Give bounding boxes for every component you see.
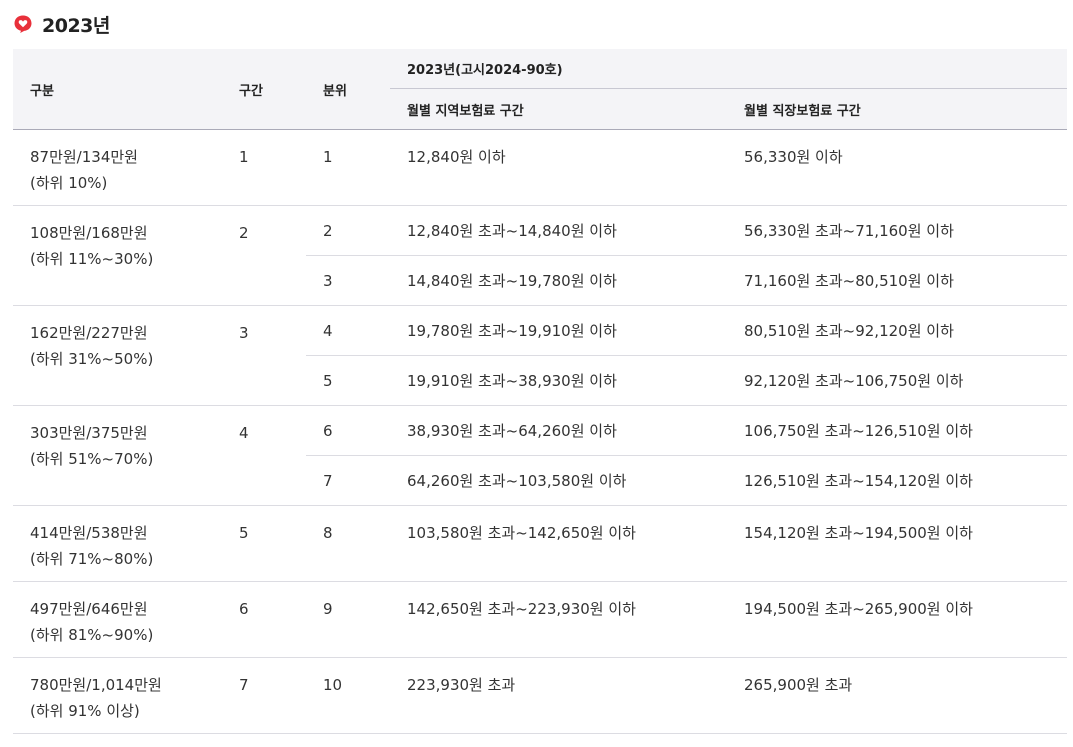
decile-cell: 5 <box>306 355 390 406</box>
category-percentile: (하위 71%~80%) <box>30 550 154 568</box>
table-row: 303만원/375만원 (하위 51%~70%) 4 6 38,930원 초과~64,2… <box>13 405 1068 506</box>
header-decile: 분위 <box>306 49 390 130</box>
category-cell: 414만원/538만원 (하위 71%~80%) <box>13 505 222 582</box>
decile-cell: 3 <box>306 255 390 306</box>
decile-cell: 2 <box>306 205 390 256</box>
header-category: 구분 <box>13 49 222 130</box>
regional-premium-cell: 19,910원 초과~38,930원 이하 <box>390 355 727 406</box>
regional-premium-cell: 12,840원 초과~14,840원 이하 <box>390 205 727 256</box>
category-cell: 497만원/646만원 (하위 81%~90%) <box>13 581 222 658</box>
decile-cell: 7 <box>306 455 390 506</box>
decile-cell: 1 <box>306 129 390 206</box>
table-row: 108만원/168만원 (하위 11%~30%) 2 2 12,840원 초과~14,8… <box>13 205 1068 306</box>
section-heading: 2023년 <box>13 11 110 37</box>
regional-premium-cell: 19,780원 초과~19,910원 이하 <box>390 305 727 356</box>
workplace-premium-cell: 56,330원 이하 <box>727 129 1068 206</box>
regional-premium-cell: 103,580원 초과~142,650원 이하 <box>390 505 727 582</box>
section-cell: 2 <box>222 205 306 306</box>
table-row: 414만원/538만원 (하위 71%~80%) 5 8 103,580원 초과~142… <box>13 505 1068 582</box>
category-income: 162만원/227만원 <box>30 324 148 342</box>
regional-premium-cell: 142,650원 초과~223,930원 이하 <box>390 581 727 658</box>
header-workplace: 월별 직장보험료 구간 <box>727 88 1068 130</box>
decile-cell: 10 <box>306 657 390 734</box>
workplace-premium-cell: 265,900원 초과 <box>727 657 1068 734</box>
section-cell: 6 <box>222 581 306 658</box>
category-income: 414만원/538만원 <box>30 524 148 542</box>
category-percentile: (하위 10%) <box>30 174 108 192</box>
decile-cell: 6 <box>306 405 390 456</box>
category-income: 108만원/168만원 <box>30 224 148 242</box>
category-percentile: (하위 31%~50%) <box>30 350 154 368</box>
section-cell: 4 <box>222 405 306 506</box>
regional-premium-cell: 14,840원 초과~19,780원 이하 <box>390 255 727 306</box>
category-income: 497만원/646만원 <box>30 600 148 618</box>
heart-speech-bubble-icon <box>13 14 33 34</box>
workplace-premium-cell: 154,120원 초과~194,500원 이하 <box>727 505 1068 582</box>
page-title: 2023년 <box>42 14 110 37</box>
regional-premium-cell: 38,930원 초과~64,260원 이하 <box>390 405 727 456</box>
header-regional: 월별 지역보험료 구간 <box>390 88 727 130</box>
workplace-premium-cell: 126,510원 초과~154,120원 이하 <box>727 455 1068 506</box>
workplace-premium-cell: 80,510원 초과~92,120원 이하 <box>727 305 1068 356</box>
category-cell: 780만원/1,014만원 (하위 91% 이상) <box>13 657 222 734</box>
header-section: 구간 <box>222 49 306 130</box>
category-income: 87만원/134만원 <box>30 148 138 166</box>
category-percentile: (하위 81%~90%) <box>30 626 154 644</box>
decile-cell: 9 <box>306 581 390 658</box>
section-cell: 7 <box>222 657 306 734</box>
table-row: 780만원/1,014만원 (하위 91% 이상) 7 10 223,930원 초과 26… <box>13 657 1068 734</box>
section-cell: 1 <box>222 129 306 206</box>
regional-premium-cell: 12,840원 이하 <box>390 129 727 206</box>
workplace-premium-cell: 194,500원 초과~265,900원 이하 <box>727 581 1068 658</box>
category-percentile: (하위 91% 이상) <box>30 702 140 720</box>
insurance-premium-table: 구분 구간 분위 2023년(고시2024-90호) 월별 지역보험료 구간 월… <box>13 49 1068 734</box>
workplace-premium-cell: 56,330원 초과~71,160원 이하 <box>727 205 1068 256</box>
decile-cell: 4 <box>306 305 390 356</box>
category-cell: 108만원/168만원 (하위 11%~30%) <box>13 205 222 306</box>
workplace-premium-cell: 106,750원 초과~126,510원 이하 <box>727 405 1068 456</box>
table-row: 87만원/134만원 (하위 10%) 1 1 12,840원 이하 56,330원 이하 <box>13 129 1068 206</box>
workplace-premium-cell: 92,120원 초과~106,750원 이하 <box>727 355 1068 406</box>
workplace-premium-cell: 71,160원 초과~80,510원 이하 <box>727 255 1068 306</box>
header-group: 2023년(고시2024-90호) <box>390 49 1068 89</box>
category-cell: 162만원/227만원 (하위 31%~50%) <box>13 305 222 406</box>
decile-cell: 8 <box>306 505 390 582</box>
category-income: 780만원/1,014만원 <box>30 676 162 694</box>
table-row: 497만원/646만원 (하위 81%~90%) 6 9 142,650원 초과~223… <box>13 581 1068 658</box>
section-cell: 3 <box>222 305 306 406</box>
category-percentile: (하위 11%~30%) <box>30 250 154 268</box>
category-income: 303만원/375만원 <box>30 424 148 442</box>
table-row: 162만원/227만원 (하위 31%~50%) 3 4 19,780원 초과~19,9… <box>13 305 1068 406</box>
category-cell: 87만원/134만원 (하위 10%) <box>13 129 222 206</box>
category-cell: 303만원/375만원 (하위 51%~70%) <box>13 405 222 506</box>
category-percentile: (하위 51%~70%) <box>30 450 154 468</box>
section-cell: 5 <box>222 505 306 582</box>
regional-premium-cell: 64,260원 초과~103,580원 이하 <box>390 455 727 506</box>
regional-premium-cell: 223,930원 초과 <box>390 657 727 734</box>
